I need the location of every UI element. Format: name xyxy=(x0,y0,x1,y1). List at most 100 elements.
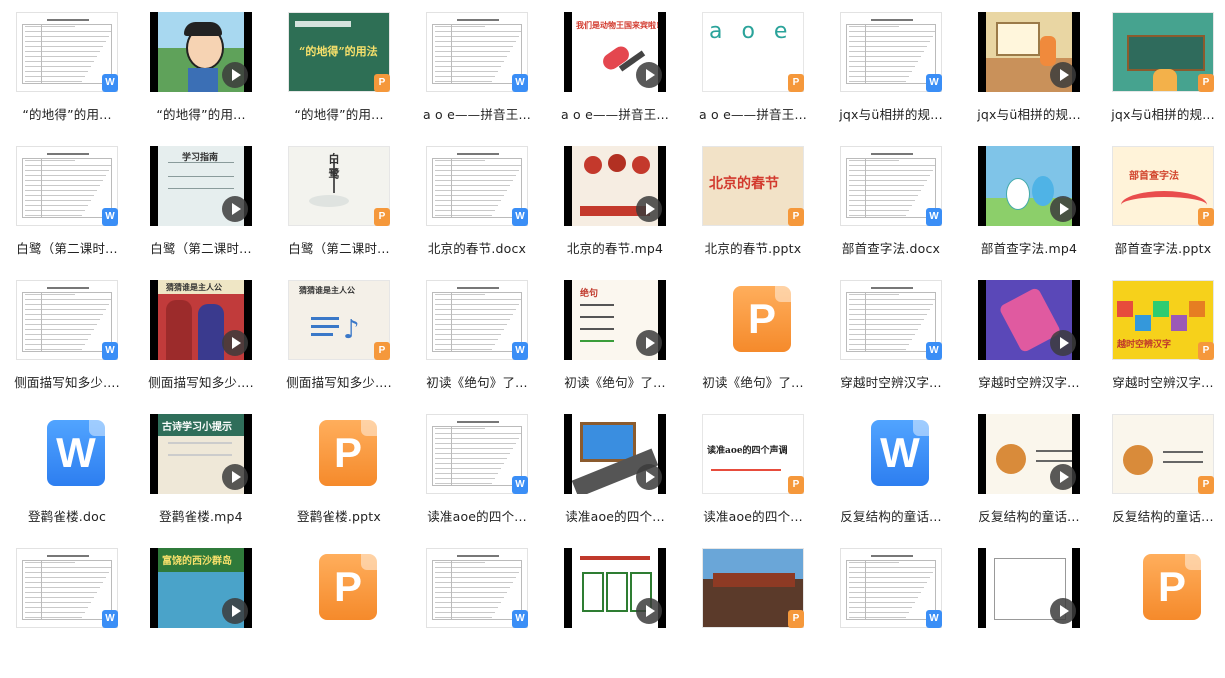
file-tile[interactable]: 古诗学习小提示 登鹳雀楼.mp4 xyxy=(134,414,268,544)
play-icon[interactable] xyxy=(636,62,662,88)
file-tile[interactable]: 北京的春节.mp4 xyxy=(548,146,682,276)
file-tile[interactable]: P xyxy=(1096,548,1225,678)
file-thumbnail[interactable]: a o e P xyxy=(702,12,804,92)
file-thumbnail[interactable]: 我们是动物王国来宾啦! xyxy=(564,12,666,92)
file-thumbnail[interactable] xyxy=(150,12,252,92)
play-icon[interactable] xyxy=(222,330,248,356)
play-icon[interactable] xyxy=(636,330,662,356)
file-tile[interactable]: 白 鹭 P 白鹭（第二课时... xyxy=(272,146,406,276)
file-thumbnail[interactable]: W xyxy=(16,548,118,628)
file-thumbnail[interactable]: W xyxy=(16,414,118,494)
file-tile[interactable]: 部首查字法.mp4 xyxy=(962,146,1096,276)
file-thumbnail[interactable]: W xyxy=(840,414,942,494)
play-icon[interactable] xyxy=(1050,196,1076,222)
file-tile[interactable]: W xyxy=(0,548,134,678)
file-tile[interactable]: ♪ 猜猜谁是主人公 P 侧面描写知多少.... xyxy=(272,280,406,410)
file-thumbnail[interactable]: 北京的春节 P xyxy=(702,146,804,226)
file-thumbnail[interactable] xyxy=(564,414,666,494)
file-thumbnail[interactable]: P xyxy=(288,414,390,494)
file-tile[interactable]: “的地得”的用... xyxy=(134,12,268,142)
file-thumbnail[interactable]: W xyxy=(426,280,528,360)
play-icon[interactable] xyxy=(222,62,248,88)
file-thumbnail[interactable]: 富饶的西沙群岛 xyxy=(150,548,252,628)
file-tile[interactable]: Wa o e——拼音王... xyxy=(410,12,544,142)
file-thumbnail[interactable]: 部首查字法 P xyxy=(1112,146,1214,226)
file-tile[interactable]: 我们是动物王国来宾啦! a o e——拼音王... xyxy=(548,12,682,142)
file-tile[interactable]: 猜猜谁是主人公 侧面描写知多少.... xyxy=(134,280,268,410)
file-tile[interactable]: W “的地得”的用... xyxy=(0,12,134,142)
file-thumbnail[interactable]: 绝句 xyxy=(564,280,666,360)
file-thumbnail[interactable]: W xyxy=(426,414,528,494)
file-thumbnail[interactable]: P xyxy=(1112,414,1214,494)
file-tile[interactable]: W 侧面描写知多少.... xyxy=(0,280,134,410)
file-tile[interactable]: P 反复结构的童话... xyxy=(1096,414,1225,544)
file-thumbnail[interactable] xyxy=(564,548,666,628)
file-thumbnail[interactable]: W xyxy=(840,280,942,360)
file-thumbnail[interactable] xyxy=(564,146,666,226)
file-tile[interactable]: 部首查字法 P 部首查字法.pptx xyxy=(1096,146,1225,276)
file-thumbnail[interactable]: W xyxy=(16,146,118,226)
file-thumbnail[interactable]: W xyxy=(426,12,528,92)
file-thumbnail[interactable]: P xyxy=(1112,12,1214,92)
file-thumbnail[interactable]: W xyxy=(426,548,528,628)
file-tile[interactable]: W 初读《绝句》了... xyxy=(410,280,544,410)
file-tile[interactable]: 富饶的西沙群岛 xyxy=(134,548,268,678)
file-tile[interactable]: 读准aoe的四个... xyxy=(548,414,682,544)
file-tile[interactable]: jqx与ü相拼的规... xyxy=(962,12,1096,142)
file-thumbnail[interactable]: W xyxy=(840,548,942,628)
file-thumbnail[interactable]: 白 鹭 P xyxy=(288,146,390,226)
file-thumbnail[interactable]: “的地得”的用法 P xyxy=(288,12,390,92)
play-icon[interactable] xyxy=(1050,330,1076,356)
play-icon[interactable] xyxy=(636,196,662,222)
file-tile[interactable]: a o e Pa o e——拼音王... xyxy=(686,12,820,142)
file-tile[interactable]: W 读准aoe的四个... xyxy=(410,414,544,544)
file-tile[interactable]: 越时空辨汉字 P 穿越时空辨汉字... xyxy=(1096,280,1225,410)
file-tile[interactable]: P xyxy=(686,548,820,678)
file-thumbnail[interactable]: 读准aoe的四个声调 P xyxy=(702,414,804,494)
file-tile[interactable]: Pjqx与ü相拼的规... xyxy=(1096,12,1225,142)
play-icon[interactable] xyxy=(222,464,248,490)
file-tile[interactable]: W 白鹭（第二课时... xyxy=(0,146,134,276)
file-tile[interactable]: W 北京的春节.docx xyxy=(410,146,544,276)
file-thumbnail[interactable]: 学习指南 xyxy=(150,146,252,226)
file-thumbnail[interactable]: 古诗学习小提示 xyxy=(150,414,252,494)
file-tile[interactable]: Wjqx与ü相拼的规... xyxy=(824,12,958,142)
play-icon[interactable] xyxy=(222,196,248,222)
file-tile[interactable]: 反复结构的童话... xyxy=(962,414,1096,544)
file-thumbnail[interactable] xyxy=(978,548,1080,628)
file-tile[interactable]: 读准aoe的四个声调 P 读准aoe的四个... xyxy=(686,414,820,544)
file-tile[interactable]: 穿越时空辨汉字... xyxy=(962,280,1096,410)
file-tile[interactable]: W 穿越时空辨汉字... xyxy=(824,280,958,410)
file-tile[interactable]: W xyxy=(410,548,544,678)
file-thumbnail[interactable]: ♪ 猜猜谁是主人公 P xyxy=(288,280,390,360)
file-thumbnail[interactable] xyxy=(978,414,1080,494)
file-thumbnail[interactable]: W xyxy=(840,146,942,226)
play-icon[interactable] xyxy=(222,598,248,624)
file-thumbnail[interactable]: 猜猜谁是主人公 xyxy=(150,280,252,360)
file-thumbnail[interactable] xyxy=(978,12,1080,92)
file-thumbnail[interactable]: P xyxy=(702,280,804,360)
file-thumbnail[interactable]: P xyxy=(702,548,804,628)
file-tile[interactable]: “的地得”的用法 P “的地得”的用... xyxy=(272,12,406,142)
file-thumbnail[interactable]: P xyxy=(288,548,390,628)
file-tile[interactable]: 绝句 初读《绝句》了... xyxy=(548,280,682,410)
file-tile[interactable]: 学习指南 白鹭（第二课时... xyxy=(134,146,268,276)
file-thumbnail[interactable] xyxy=(978,280,1080,360)
file-thumbnail[interactable]: 越时空辨汉字 P xyxy=(1112,280,1214,360)
file-thumbnail[interactable]: W xyxy=(426,146,528,226)
play-icon[interactable] xyxy=(636,598,662,624)
file-tile[interactable]: P 登鹳雀楼.pptx xyxy=(272,414,406,544)
file-tile[interactable]: W 反复结构的童话... xyxy=(824,414,958,544)
file-thumbnail[interactable]: W xyxy=(16,280,118,360)
file-tile[interactable]: P xyxy=(272,548,406,678)
play-icon[interactable] xyxy=(636,464,662,490)
file-thumbnail[interactable]: W xyxy=(16,12,118,92)
play-icon[interactable] xyxy=(1050,464,1076,490)
file-tile[interactable]: 北京的春节 P 北京的春节.pptx xyxy=(686,146,820,276)
file-thumbnail[interactable]: W xyxy=(840,12,942,92)
file-tile[interactable]: W 登鹳雀楼.doc xyxy=(0,414,134,544)
file-tile[interactable]: W xyxy=(824,548,958,678)
file-thumbnail[interactable]: P xyxy=(1112,548,1214,628)
play-icon[interactable] xyxy=(1050,598,1076,624)
file-thumbnail[interactable] xyxy=(978,146,1080,226)
